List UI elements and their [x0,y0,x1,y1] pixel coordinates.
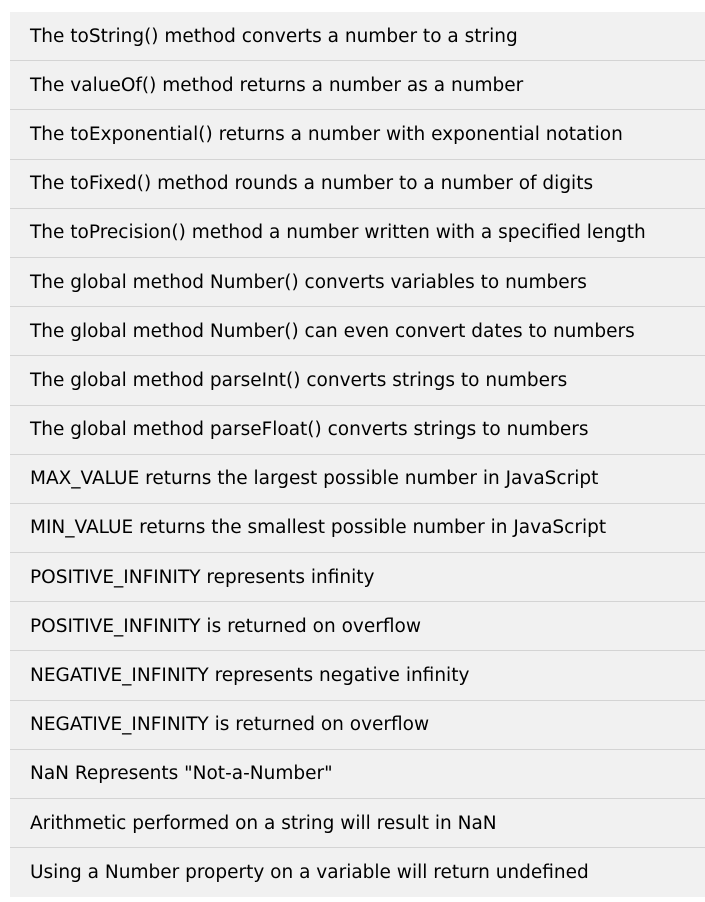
example-link-negative-infinity-overflow[interactable]: NEGATIVE_INFINITY is returned on overflo… [10,700,705,750]
example-link-tofixed[interactable]: The toFixed() method rounds a number to … [10,159,705,209]
example-link-parseint[interactable]: The global method parseInt() converts st… [10,356,705,406]
example-link-max-value[interactable]: MAX_VALUE returns the largest possible n… [10,454,705,504]
example-link-positive-infinity[interactable]: POSITIVE_INFINITY represents infinity [10,553,705,603]
examples-link-list: The toString() method converts a number … [10,12,705,898]
example-link-min-value[interactable]: MIN_VALUE returns the smallest possible … [10,503,705,554]
example-link-negative-infinity[interactable]: NEGATIVE_INFINITY represents negative in… [10,651,705,701]
example-link-positive-infinity-overflow[interactable]: POSITIVE_INFINITY is returned on overflo… [10,602,705,652]
example-link-number-property-undefined[interactable]: Using a Number property on a variable wi… [10,848,705,898]
example-link-toprecision[interactable]: The toPrecision() method a number writte… [10,208,705,258]
example-link-tostring[interactable]: The toString() method converts a number … [10,12,705,62]
example-link-toexponential[interactable]: The toExponential() returns a number wit… [10,110,705,160]
example-link-number-dates[interactable]: The global method Number() can even conv… [10,307,705,357]
example-link-parsefloat[interactable]: The global method parseFloat() converts … [10,405,705,455]
example-link-number-variables[interactable]: The global method Number() converts vari… [10,257,705,308]
example-link-arithmetic-nan[interactable]: Arithmetic performed on a string will re… [10,799,705,849]
example-link-valueof[interactable]: The valueOf() method returns a number as… [10,61,705,111]
example-link-nan[interactable]: NaN Represents "Not-a-Number" [10,749,705,799]
